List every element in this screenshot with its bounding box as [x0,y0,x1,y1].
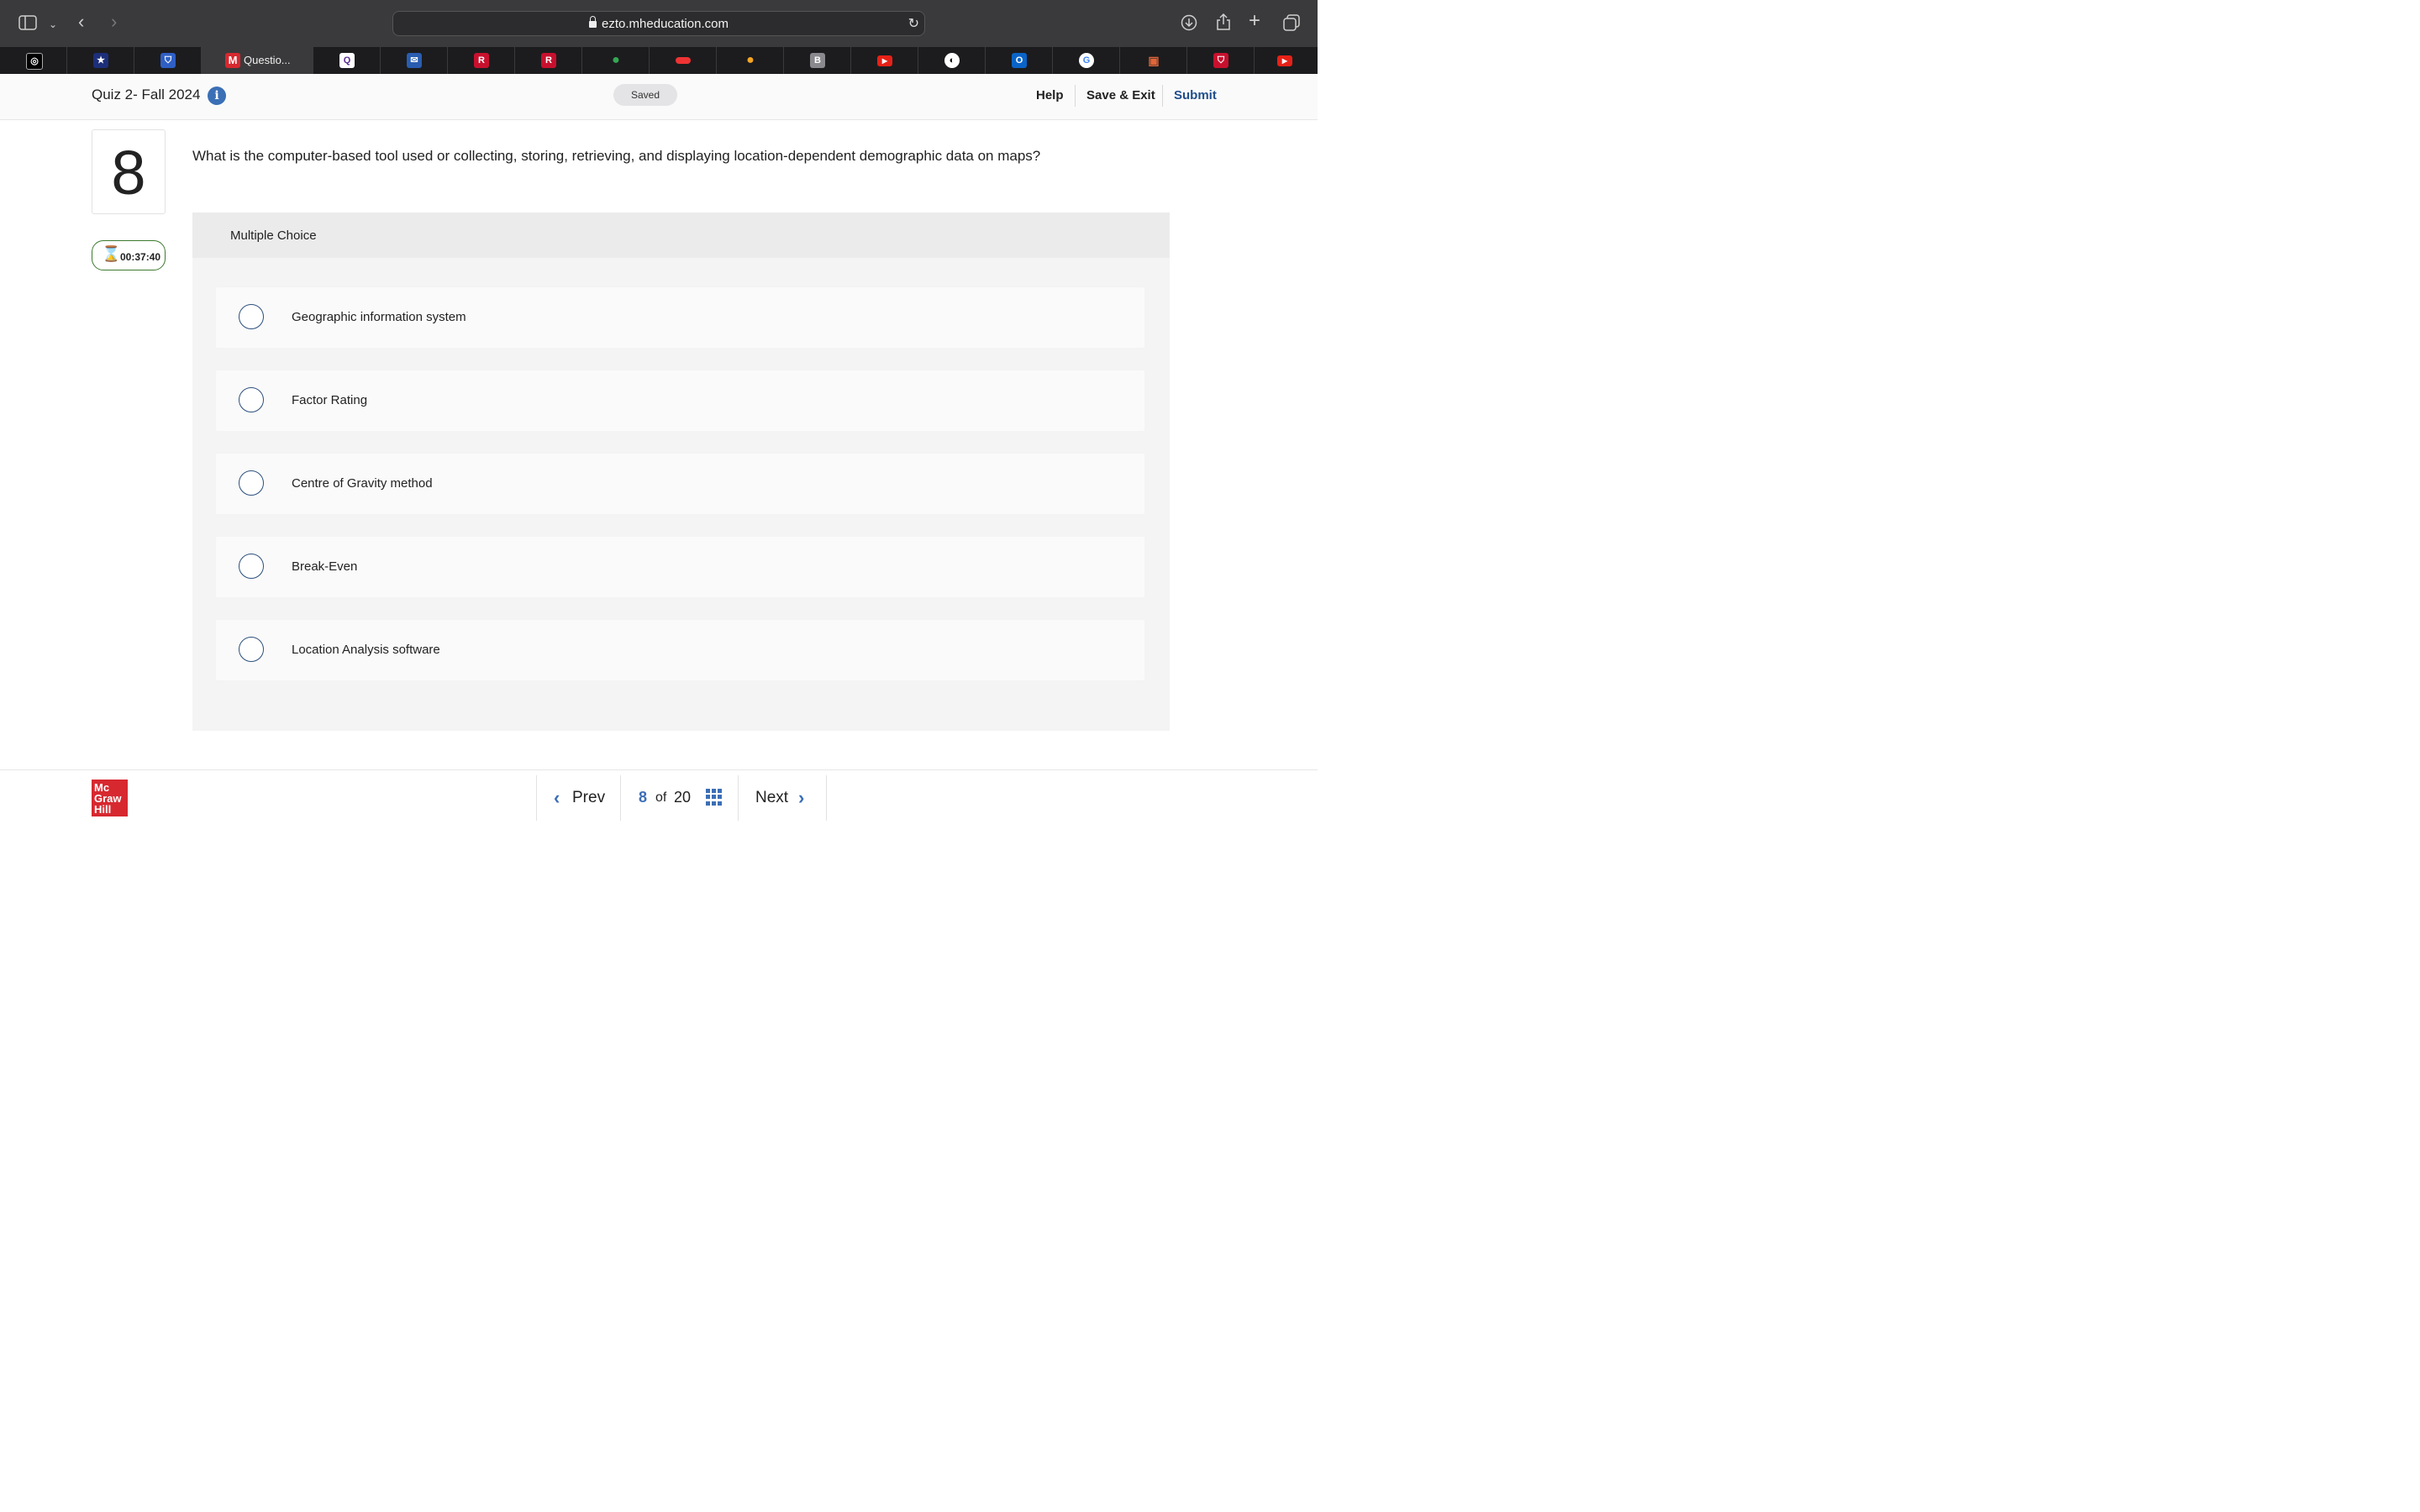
r-icon: R [541,53,556,68]
answer-option-label: Geographic information system [292,310,466,324]
question-prompt: What is the computer-based tool used or … [192,148,1041,164]
youtube-icon: ▶ [877,55,892,66]
save-exit-link[interactable]: Save & Exit [1086,88,1155,102]
nav-divider [620,775,621,821]
page-of-label: of [655,790,667,805]
answer-option-label: Factor Rating [292,393,368,407]
radio-button[interactable] [239,637,264,662]
answer-option[interactable]: Geographic information system [216,287,1144,348]
tab-toggle[interactable] [650,47,717,74]
star-shield-icon: ★ [93,53,108,68]
chevron-left-icon[interactable]: ‹ [554,787,560,809]
nav-divider [826,775,827,821]
question-type-header: Multiple Choice [192,213,1170,258]
tab-bag[interactable]: ▣ [1120,47,1187,74]
bag-icon: ▣ [1148,54,1160,67]
browser-toolbar: ⌄ ‹ › ezto.mheducation.com ↻ + [0,0,1318,47]
tab-youtube-1[interactable]: ▶ [851,47,918,74]
share-icon[interactable] [1216,13,1231,34]
total-pages: 20 [674,789,692,806]
answer-option-label: Break-Even [292,559,358,574]
shield-icon: ⛉ [160,53,176,68]
tab-mcgraw-hill[interactable]: M Questio... [202,47,313,74]
radio-button[interactable] [239,470,264,496]
tab-title: Questio... [244,54,291,66]
reload-icon[interactable]: ↻ [908,15,919,32]
timer[interactable]: ⌛ 00:37:40 [92,240,166,270]
tab-openai[interactable]: ◎ [0,47,67,74]
tab-location[interactable]: ● [717,47,784,74]
radio-button[interactable] [239,554,264,579]
chevron-down-icon[interactable]: ⌄ [49,16,57,33]
google-icon: G [1079,53,1094,68]
youtube-icon: ▶ [1277,55,1292,66]
radio-button[interactable] [239,387,264,412]
info-icon[interactable]: i [208,87,226,105]
submit-link[interactable]: Submit [1174,88,1217,102]
lock-icon [589,16,597,28]
mail-icon: ✉ [407,53,422,68]
tab-b[interactable]: B [784,47,851,74]
radio-button[interactable] [239,304,264,329]
openai-icon: ◎ [26,53,43,70]
forward-icon[interactable]: › [111,13,117,31]
nav-divider [738,775,739,821]
help-link[interactable]: Help [1036,88,1064,102]
question-type-label: Multiple Choice [230,228,317,243]
tab-clock[interactable]: ◐ [918,47,986,74]
hourglass-icon: ⌛ [102,245,121,262]
b-icon: B [810,53,825,68]
footer-nav: Mc Graw Hill ‹ Prev 8 of 20 Next › [0,769,1318,824]
location-pin-icon: ● [746,53,755,67]
tab-quizlet[interactable]: Q [313,47,381,74]
nav-divider [536,775,537,821]
chevron-right-icon[interactable]: › [798,787,804,809]
sidebar-icon[interactable] [18,15,37,34]
answer-panel: Multiple Choice Geographic information s… [192,213,1170,731]
tab-youtube-2[interactable]: ▶ [1255,47,1318,74]
timer-text: 00:37:40 [120,251,161,263]
url-text: ezto.mheducation.com [393,16,924,31]
maps-pin-icon: ● [612,53,620,67]
tab-star[interactable]: ★ [67,47,134,74]
answer-option[interactable]: Location Analysis software [216,620,1144,680]
tab-mail[interactable]: ✉ [381,47,448,74]
answer-option[interactable]: Break-Even [216,537,1144,597]
address-bar[interactable]: ezto.mheducation.com ↻ [392,11,925,36]
back-icon[interactable]: ‹ [78,13,84,31]
question-grid-icon[interactable] [706,789,723,806]
tab-maps[interactable]: ● [582,47,650,74]
tab-overview-icon[interactable] [1283,14,1300,34]
toggle-icon [676,57,691,64]
question-number: 8 [92,129,166,214]
tab-r-2[interactable]: R [515,47,582,74]
tab-shield[interactable]: ⛉ [134,47,202,74]
next-button[interactable]: Next [755,789,788,807]
saved-badge: Saved [613,84,677,106]
prev-button[interactable]: Prev [572,789,605,807]
clock-icon: ◐ [944,53,960,68]
tab-bar: ◎ ★ ⛉ M Questio... Q ✉ R R ● ● B ▶ ◐ O G… [0,47,1318,75]
quiz-title: Quiz 2- Fall 2024 [92,87,201,102]
quiz-header: Quiz 2- Fall 2024 i Saved Help Save & Ex… [0,74,1318,120]
header-divider [1075,85,1076,107]
shield-red-icon: ⛉ [1213,53,1228,68]
answer-option-label: Centre of Gravity method [292,476,433,491]
quizlet-icon: Q [339,53,355,68]
header-divider [1162,85,1163,107]
current-page: 8 [639,789,648,806]
mcgraw-hill-icon: M [225,53,240,68]
new-tab-icon[interactable]: + [1249,11,1260,31]
mcgraw-hill-logo: Mc Graw Hill [92,780,128,816]
tab-r-1[interactable]: R [448,47,515,74]
answer-option[interactable]: Centre of Gravity method [216,454,1144,514]
outlook-icon: O [1012,53,1027,68]
download-icon[interactable] [1181,14,1197,34]
r-icon: R [474,53,489,68]
answer-option-label: Location Analysis software [292,643,440,657]
tab-shield-red[interactable]: ⛉ [1187,47,1255,74]
tab-google[interactable]: G [1053,47,1120,74]
answer-option[interactable]: Factor Rating [216,370,1144,431]
tab-outlook[interactable]: O [986,47,1053,74]
